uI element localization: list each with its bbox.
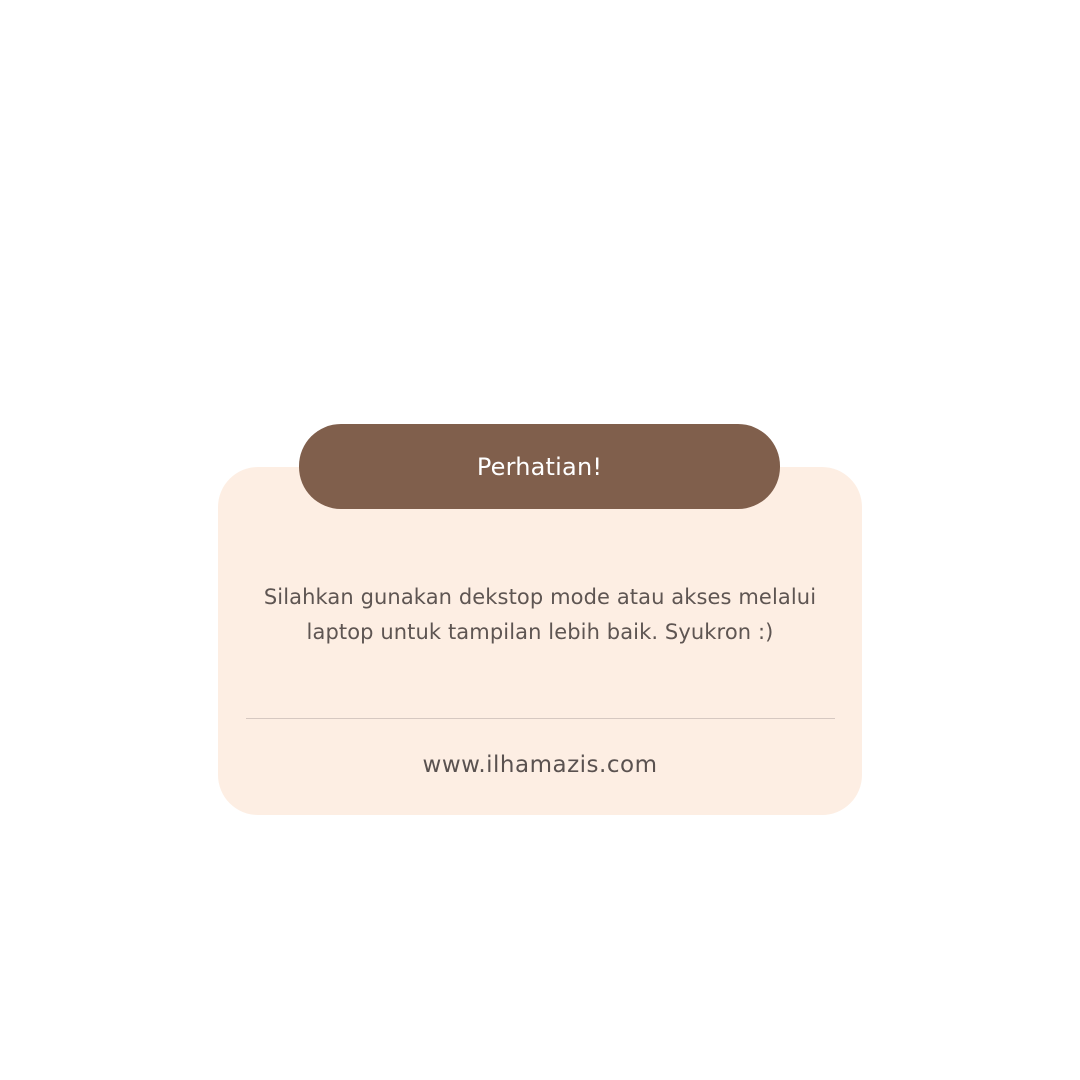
notice-header: Perhatian! xyxy=(299,424,780,509)
page: Perhatian! Silahkan gunakan dekstop mode… xyxy=(0,0,1080,1080)
notice-message: Silahkan gunakan dekstop mode atau akses… xyxy=(263,585,817,644)
website-text: www.ilhamazis.com xyxy=(422,752,658,778)
notice-title: Perhatian! xyxy=(476,452,603,481)
divider xyxy=(246,718,835,719)
